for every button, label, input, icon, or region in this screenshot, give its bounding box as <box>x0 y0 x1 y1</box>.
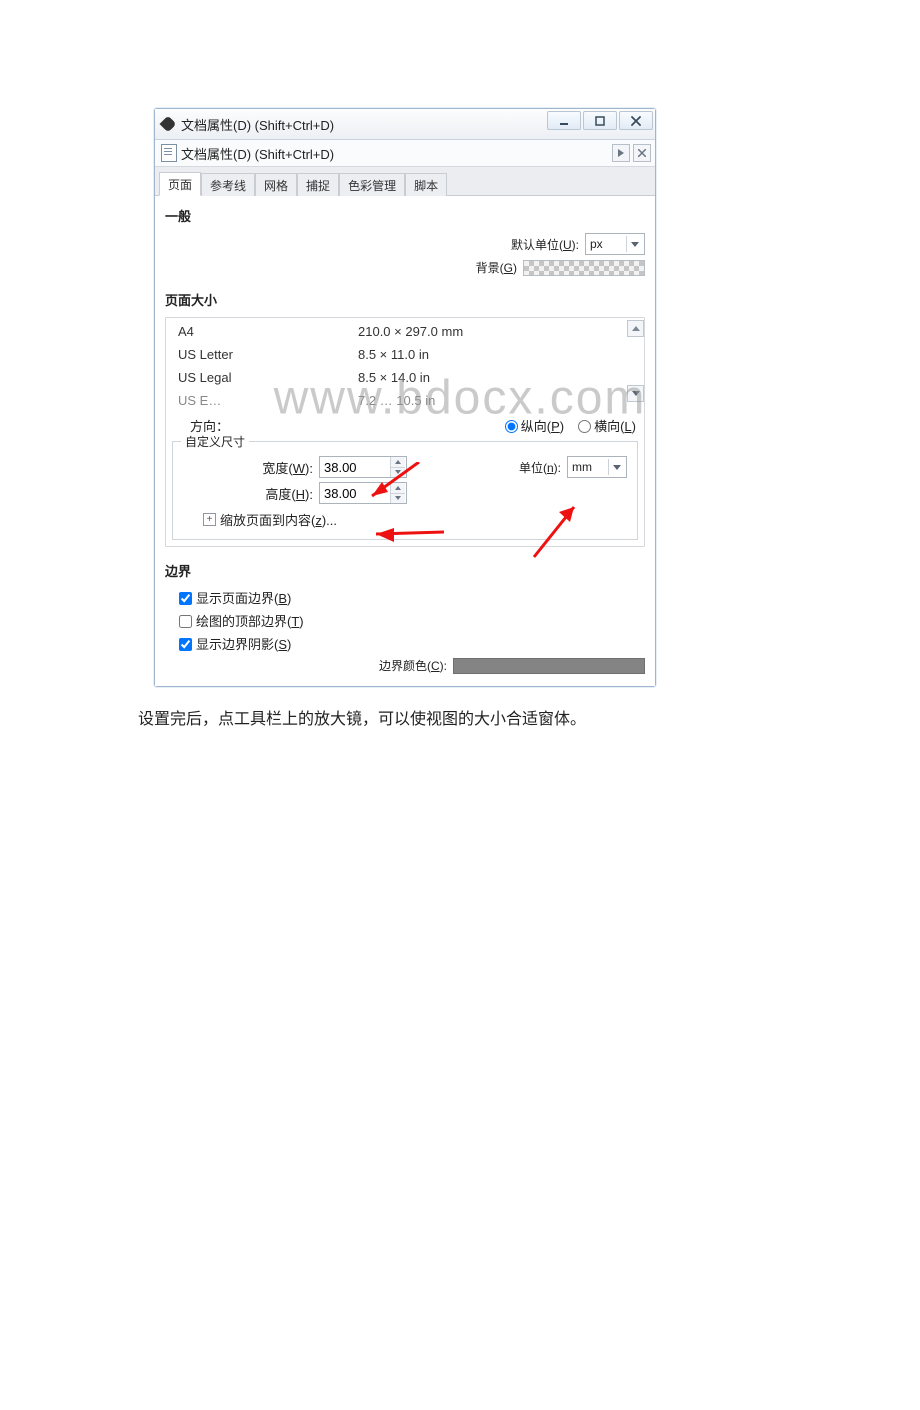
caption-text: 设置完后，点工具栏上的放大镜，可以使视图的大小合适窗体。 <box>138 705 920 729</box>
panel-close-button[interactable] <box>633 144 651 162</box>
panel-content: 一般 默认单位(U): px 背景(G) 页面大小 A4210.0 × <box>155 196 655 686</box>
portrait-radio[interactable]: 纵向(P) <box>505 416 564 435</box>
default-unit-select[interactable]: px <box>585 233 645 255</box>
unit-select[interactable]: mm <box>567 456 627 478</box>
tab-page[interactable]: 页面 <box>159 172 201 196</box>
document-properties-window: 文档属性(D) (Shift+Ctrl+D) 文档属性(D) (Shift+ <box>154 108 656 687</box>
list-scrollbar[interactable] <box>627 320 642 402</box>
chevron-down-icon <box>608 459 624 475</box>
width-input[interactable] <box>319 456 407 478</box>
list-item: US Legal8.5 × 14.0 in <box>166 366 644 389</box>
tab-snap[interactable]: 捕捉 <box>297 173 339 196</box>
maximize-button[interactable] <box>583 111 617 130</box>
scroll-up-button[interactable] <box>627 320 644 337</box>
document-icon <box>161 144 177 162</box>
page-size-group: A4210.0 × 297.0 mm US Letter8.5 × 11.0 i… <box>165 317 645 547</box>
window-titlebar[interactable]: 文档属性(D) (Shift+Ctrl+D) <box>155 109 655 140</box>
close-button[interactable] <box>619 111 653 130</box>
panel-detach-button[interactable] <box>612 144 630 162</box>
expand-icon[interactable]: + <box>203 513 216 526</box>
list-item: US Letter8.5 × 11.0 in <box>166 343 644 366</box>
tab-grid[interactable]: 网格 <box>255 173 297 196</box>
scroll-down-button[interactable] <box>627 385 644 402</box>
list-item: US E…7.2 … 10.5 in <box>166 389 644 410</box>
top-border-checkbox[interactable]: 绘图的顶部边界(T) <box>179 611 645 630</box>
tab-strip: 页面 参考线 网格 捕捉 色彩管理 脚本 <box>155 167 655 196</box>
inkscape-icon <box>161 118 177 130</box>
list-item: A4210.0 × 297.0 mm <box>166 320 644 343</box>
background-color-swatch[interactable] <box>523 260 645 276</box>
border-color-swatch[interactable] <box>453 658 645 674</box>
show-border-checkbox[interactable]: 显示页面边界(B) <box>179 588 645 607</box>
custom-size-legend: 自定义尺寸 <box>181 433 249 450</box>
window-title: 文档属性(D) (Shift+Ctrl+D) <box>181 115 334 134</box>
section-border: 边界 <box>165 561 645 580</box>
height-input[interactable] <box>319 482 407 504</box>
height-label: 高度(H): <box>183 484 319 503</box>
width-step-down[interactable] <box>391 468 405 478</box>
fit-page-link[interactable]: 缩放页面到内容(z)... <box>220 510 337 529</box>
minimize-button[interactable] <box>547 111 581 130</box>
page-size-list[interactable]: A4210.0 × 297.0 mm US Letter8.5 × 11.0 i… <box>166 318 644 410</box>
panel-titlebar: 文档属性(D) (Shift+Ctrl+D) <box>155 140 655 167</box>
custom-size-fieldset: 自定义尺寸 宽度(W): 单位(n): <box>172 441 638 540</box>
border-color-label: 边界颜色(C): <box>379 657 447 674</box>
tab-colormgmt[interactable]: 色彩管理 <box>339 173 405 196</box>
unit-label: 单位(n): <box>519 459 561 476</box>
section-pagesize: 页面大小 <box>165 290 645 309</box>
show-shadow-checkbox[interactable]: 显示边界阴影(S) <box>179 634 645 653</box>
width-step-up[interactable] <box>391 457 405 468</box>
panel-title: 文档属性(D) (Shift+Ctrl+D) <box>181 144 334 163</box>
height-step-up[interactable] <box>391 483 405 494</box>
default-unit-label: 默认单位(U): <box>511 236 579 253</box>
tab-scripts[interactable]: 脚本 <box>405 173 447 196</box>
background-label: 背景(G) <box>476 259 517 276</box>
landscape-radio[interactable]: 横向(L) <box>578 416 636 435</box>
tab-guides[interactable]: 参考线 <box>201 173 255 196</box>
section-general: 一般 <box>165 206 645 225</box>
height-step-down[interactable] <box>391 494 405 504</box>
width-label: 宽度(W): <box>183 458 319 477</box>
chevron-down-icon <box>626 236 642 252</box>
